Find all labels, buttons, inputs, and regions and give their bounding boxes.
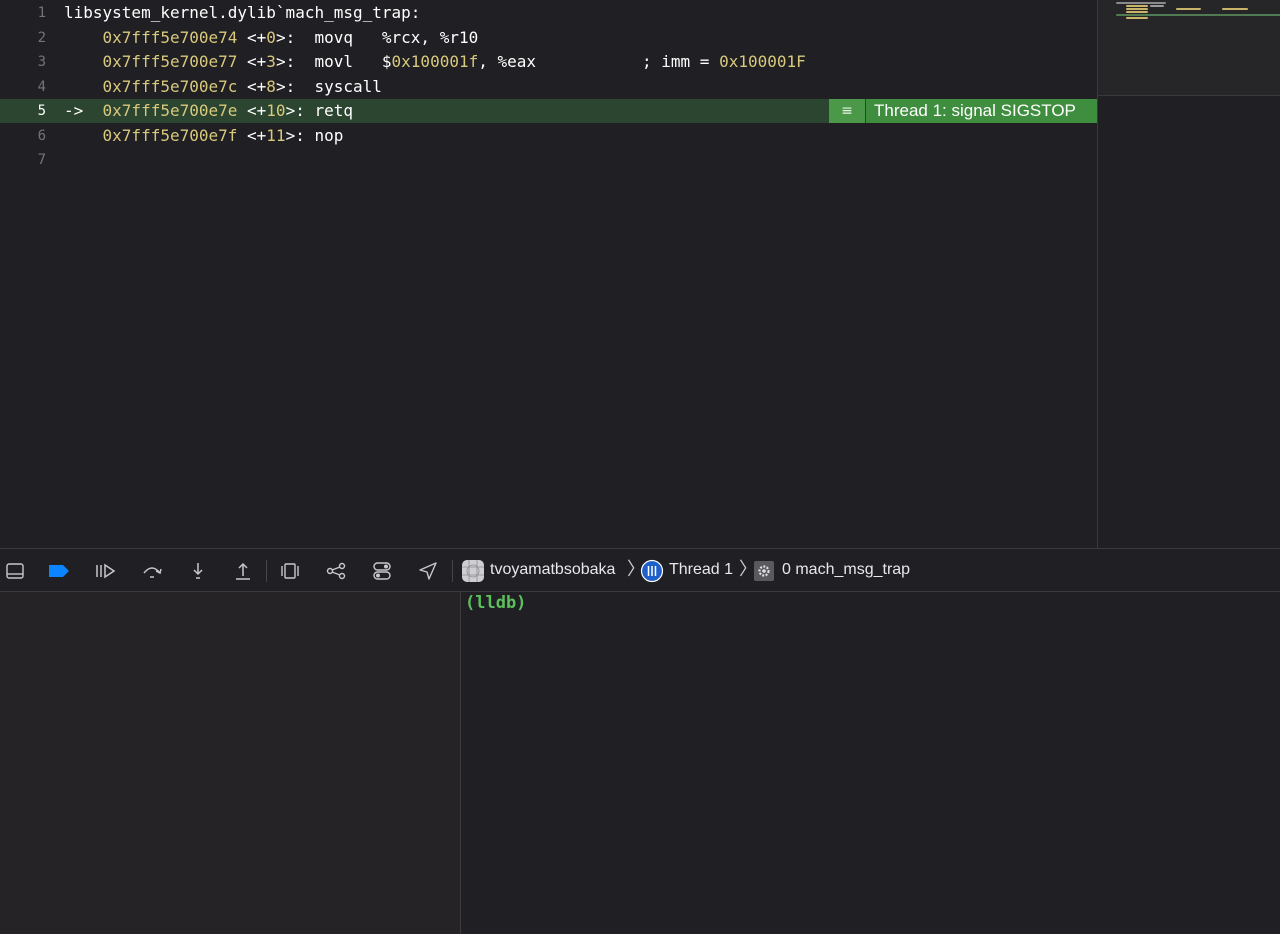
step-out-icon (236, 562, 250, 580)
instruction-address: 0x7fff5e700e7e (102, 101, 238, 120)
panel-bottom-icon (6, 563, 24, 579)
code-line[interactable]: 2 0x7fff5e700e74 <+0>: movq %rcx, %r10 (0, 26, 1097, 50)
minimap-line (1150, 5, 1164, 7)
minimap-line (1126, 8, 1148, 10)
code-text: 0x7fff5e700e74 <+0>: movq %rcx, %r10 (64, 26, 479, 50)
code-token: >: retq (285, 101, 353, 120)
instruction-address: 0x7fff5e700e74 (102, 27, 238, 47)
code-line[interactable]: 3 0x7fff5e700e77 <+3>: movl $0x100001f, … (0, 50, 1097, 74)
minimap-line (1126, 5, 1148, 7)
toolbar-divider (266, 560, 267, 582)
code-token: >: syscall (275, 76, 382, 96)
code-token: <+ (237, 27, 267, 47)
code-token: , %eax ; imm = (478, 52, 720, 71)
code-token: -> (64, 101, 103, 120)
breadcrumb-thread[interactable]: Thread 1 (669, 549, 733, 591)
line-number[interactable]: 1 (0, 1, 46, 25)
code-token: 10 (266, 101, 286, 120)
code-text: -> 0x7fff5e700e7e <+10>: retq (64, 99, 353, 123)
app-icon (460, 558, 486, 584)
breadcrumb-app[interactable]: tvoyamatbsobaka (490, 549, 615, 591)
code-token: 11 (266, 125, 286, 145)
instruction-address: 0x7fff5e700e77 (102, 52, 238, 71)
code-token: >: nop (285, 125, 344, 145)
step-into-button[interactable] (185, 558, 211, 584)
line-number[interactable]: 7 (0, 148, 46, 172)
code-token: 0 (266, 27, 276, 47)
thread-icon (639, 558, 665, 584)
code-token: >: movq %rcx, %r10 (275, 27, 479, 47)
code-text: 0x7fff5e700e77 <+3>: movl $0x100001f, %e… (64, 50, 806, 74)
minimap-line (1116, 2, 1166, 4)
view-hierarchy-icon (281, 563, 299, 579)
code-line[interactable]: 6 0x7fff5e700e7f <+11>: nop (0, 124, 1097, 148)
code-token: libsystem_kernel.dylib`mach_msg_trap: (64, 3, 421, 22)
code-text: 0x7fff5e700e7c <+8>: syscall (64, 75, 382, 99)
instruction-address: 0x7fff5e700e7f (102, 125, 238, 145)
memory-graph-icon (326, 562, 346, 580)
code-token: 8 (266, 76, 276, 96)
continue-icon (96, 563, 116, 579)
hide-debug-area-button[interactable] (2, 558, 28, 584)
line-number[interactable]: 5 (0, 99, 46, 123)
minimap-viewport[interactable] (1098, 0, 1280, 96)
breakpoints-toggle-button[interactable] (46, 558, 72, 584)
lldb-prompt: (lldb) (465, 593, 527, 613)
step-over-button[interactable] (139, 558, 165, 584)
toolbar-divider (452, 560, 453, 582)
variables-view[interactable] (0, 592, 460, 934)
thread-signal-text: Thread 1: signal SIGSTOP (866, 99, 1097, 123)
stack-frame-gear-icon (751, 558, 777, 584)
line-number[interactable]: 2 (0, 26, 46, 50)
view-hierarchy-button[interactable] (277, 558, 303, 584)
continue-button[interactable] (92, 558, 118, 584)
thread-signal-badge[interactable]: ≡ Thread 1: signal SIGSTOP (829, 99, 1097, 123)
minimap-line (1116, 14, 1280, 16)
instruction-address: 0x7fff5e700e7c (102, 76, 238, 96)
code-token: <+ (237, 125, 267, 145)
code-text: libsystem_kernel.dylib`mach_msg_trap: (64, 1, 420, 25)
line-number[interactable]: 6 (0, 124, 46, 148)
step-into-icon (193, 563, 203, 579)
code-token: <+ (237, 52, 267, 71)
current-instruction-line[interactable]: 5 -> 0x7fff5e700e7e <+10>: retq ≡ Thread 1:… (0, 99, 1097, 123)
minimap-line (1126, 17, 1148, 19)
line-number[interactable]: 3 (0, 50, 46, 74)
code-token: >: movl $ (275, 52, 392, 71)
disassembly-editor[interactable]: 1 libsystem_kernel.dylib`mach_msg_trap: 2 … (0, 0, 1097, 548)
code-line[interactable]: 7 (0, 148, 1097, 172)
code-text: 0x7fff5e700e7f <+11>: nop (64, 124, 344, 148)
debug-bar: tvoyamatbsobaka 〉 Thread 1 〉 0 mach_msg_… (0, 548, 1280, 592)
toggles-icon (373, 562, 391, 580)
code-token: 3 (266, 52, 276, 71)
code-token: 0x100001f (391, 52, 479, 71)
line-number[interactable]: 4 (0, 75, 46, 99)
environment-overrides-button[interactable] (369, 558, 395, 584)
lldb-console[interactable]: (lldb) (460, 592, 1280, 934)
code-line[interactable]: 1 libsystem_kernel.dylib`mach_msg_trap: (0, 1, 1097, 25)
memory-graph-button[interactable] (323, 558, 349, 584)
step-over-icon (143, 567, 162, 578)
code-token: <+ (237, 101, 267, 120)
breadcrumb-frame[interactable]: 0 mach_msg_trap (782, 549, 910, 591)
code-token: <+ (237, 76, 267, 96)
list-icon[interactable]: ≡ (829, 99, 865, 123)
minimap[interactable] (1097, 0, 1280, 548)
step-out-button[interactable] (230, 558, 256, 584)
code-line[interactable]: 4 0x7fff5e700e7c <+8>: syscall (0, 75, 1097, 99)
minimap-line (1176, 8, 1201, 10)
code-token: 0x100001F (719, 52, 806, 71)
breakpoint-icon (49, 565, 69, 577)
simulate-location-button[interactable] (415, 558, 441, 584)
location-arrow-icon (419, 562, 437, 580)
minimap-line (1222, 8, 1248, 10)
minimap-line (1126, 11, 1148, 13)
